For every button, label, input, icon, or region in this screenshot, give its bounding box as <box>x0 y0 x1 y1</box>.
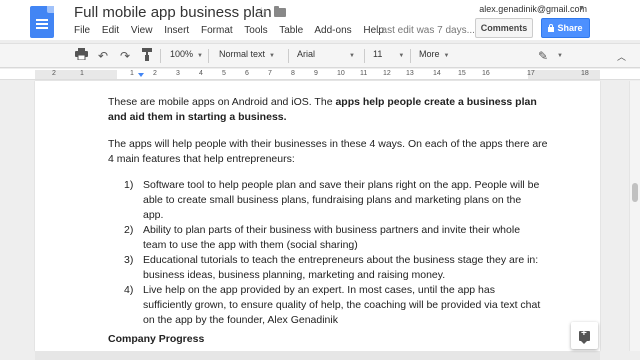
ruler-number: 1 <box>130 70 134 77</box>
ruler-number: 17 <box>527 70 535 77</box>
ruler-number: 5 <box>222 70 226 77</box>
header: Full mobile app business plan ☆ File Edi… <box>0 0 640 40</box>
menu-file[interactable]: File <box>74 25 90 36</box>
ruler-number: 7 <box>268 70 272 77</box>
ruler-margin-left <box>35 70 117 79</box>
style-select[interactable]: Normal text ▼ <box>219 49 275 59</box>
explore-button[interactable] <box>571 322 598 349</box>
menu-insert[interactable]: Insert <box>164 25 189 36</box>
toolbar-separator <box>160 49 161 63</box>
chevron-down-icon: ▼ <box>398 53 405 59</box>
menu-table[interactable]: Table <box>279 25 303 36</box>
list-number: 1) <box>124 179 134 191</box>
account-email[interactable]: alex.genadinik@gmail.com <box>479 4 587 14</box>
undo-icon[interactable]: ↶ <box>94 48 112 64</box>
star-icon[interactable]: ☆ <box>255 4 268 21</box>
ruler-number: 8 <box>291 70 295 77</box>
list-item[interactable]: 4) Live help on the app provided by an ex… <box>124 283 544 328</box>
ruler-number: 18 <box>581 70 589 77</box>
paragraph-intro-plain: These are mobile apps on Android and iOS… <box>108 96 336 108</box>
ruler-number: 2 <box>153 70 157 77</box>
ruler-number: 10 <box>337 70 345 77</box>
paint-format-icon[interactable] <box>138 48 156 64</box>
chevron-down-icon: ▼ <box>269 53 275 59</box>
toolbar-separator <box>410 49 411 63</box>
share-label: Share <box>557 23 583 33</box>
redo-icon[interactable]: ↷ <box>116 48 134 64</box>
collapse-toolbar-icon[interactable]: ︿ <box>617 50 626 63</box>
explore-icon <box>579 328 590 344</box>
chevron-down-icon: ▼ <box>349 53 355 59</box>
list-number: 4) <box>124 284 134 296</box>
chevron-down-icon: ▼ <box>197 53 203 59</box>
more-label: More <box>419 49 440 59</box>
ruler-number: 3 <box>176 70 180 77</box>
horizontal-scrollbar[interactable] <box>35 351 600 360</box>
ruler-number: 12 <box>383 70 391 77</box>
ruler: 2 1 1 2 3 4 5 6 7 8 9 10 11 12 13 14 15 … <box>0 69 640 80</box>
ruler-number: 13 <box>406 70 414 77</box>
pen-icon[interactable]: ✎ <box>534 48 552 64</box>
features-list: 1) Software tool to help people plan and … <box>124 178 544 328</box>
font-size-select[interactable]: 11 ▼ <box>373 49 404 59</box>
more-button[interactable]: More ▼ <box>419 49 449 59</box>
toolbar-separator <box>364 49 365 63</box>
list-number: 2) <box>124 224 134 236</box>
docs-logo-icon[interactable] <box>30 6 54 38</box>
account-caret-icon[interactable]: ▼ <box>578 5 585 12</box>
menu-tools[interactable]: Tools <box>244 25 267 36</box>
last-edit-link[interactable]: Last edit was 7 days... <box>376 25 475 36</box>
vertical-scrollbar[interactable] <box>629 81 640 351</box>
scrollbar-thumb[interactable] <box>632 183 638 202</box>
list-number: 3) <box>124 254 134 266</box>
ruler-number: 4 <box>199 70 203 77</box>
ruler-number: 9 <box>314 70 318 77</box>
list-item-text: Ability to plan parts of their business … <box>143 224 521 251</box>
list-item[interactable]: 2) Ability to plan parts of their busines… <box>124 223 544 253</box>
chevron-down-icon: ▼ <box>443 53 450 59</box>
paragraph-intro[interactable]: These are mobile apps on Android and iOS… <box>108 95 548 125</box>
menu-edit[interactable]: Edit <box>102 25 119 36</box>
list-item[interactable]: 3) Educational tutorials to teach the ent… <box>124 253 544 283</box>
font-select[interactable]: Arial ▼ <box>297 49 355 59</box>
folder-icon[interactable] <box>274 6 286 17</box>
ruler-margin-right <box>528 70 600 79</box>
editing-mode-caret[interactable]: ▼ <box>553 49 563 59</box>
ruler-number: 16 <box>482 70 490 77</box>
section-heading[interactable]: Company Progress <box>108 333 204 345</box>
menu-format[interactable]: Format <box>201 25 233 36</box>
list-item[interactable]: 1) Software tool to help people plan and … <box>124 178 544 223</box>
lock-icon <box>548 23 555 32</box>
ruler-number: 15 <box>458 70 466 77</box>
print-icon[interactable] <box>72 48 90 64</box>
google-docs-window: Full mobile app business plan ☆ File Edi… <box>0 0 640 360</box>
list-item-text: Educational tutorials to teach the entre… <box>143 254 539 281</box>
ruler-number: 2 <box>52 70 56 77</box>
comments-button[interactable]: Comments <box>475 18 533 38</box>
ruler-number: 6 <box>245 70 249 77</box>
style-value: Normal text <box>219 49 266 59</box>
document-title[interactable]: Full mobile app business plan <box>74 4 272 21</box>
paragraph-features-intro[interactable]: The apps will help people with their bus… <box>108 137 548 167</box>
list-item-text: Live help on the app provided by an expe… <box>143 284 541 326</box>
menu-view[interactable]: View <box>131 25 153 36</box>
ruler-number: 1 <box>80 70 84 77</box>
list-item-text: Software tool to help people plan and sa… <box>143 179 540 221</box>
indent-marker-icon[interactable] <box>138 73 144 77</box>
share-button[interactable]: Share <box>541 18 590 38</box>
ruler-number: 11 <box>360 70 368 77</box>
toolbar-separator <box>288 49 289 63</box>
font-size-value: 11 <box>373 49 383 59</box>
chevron-down-icon: ▼ <box>557 53 563 59</box>
zoom-value: 100% <box>170 49 194 59</box>
zoom-select[interactable]: 100% ▼ <box>170 49 203 59</box>
font-value: Arial <box>297 49 316 59</box>
toolbar: ↶ ↷ 100% ▼ Normal text ▼ Arial ▼ 11 ▼ More ▼ … <box>0 43 640 68</box>
menu-bar: File Edit View Insert Format Tools Table… <box>74 25 393 36</box>
toolbar-separator <box>208 49 209 63</box>
ruler-number: 14 <box>433 70 441 77</box>
menu-add-ons[interactable]: Add-ons <box>314 25 351 36</box>
